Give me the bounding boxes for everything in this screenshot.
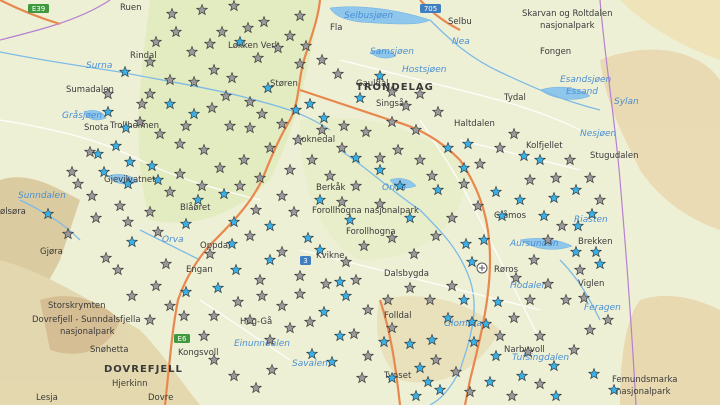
place-label-35: Kolfjellet [526, 141, 563, 151]
place-label-13: Storskrymten [48, 301, 106, 311]
water-label-4: Hostsjøen [402, 65, 447, 75]
place-label-11: Hjerkinn [112, 379, 148, 389]
svg-text:705: 705 [424, 5, 437, 13]
place-label-7: Oppdal [200, 241, 230, 251]
water-label-6: Esandsjøen [560, 75, 612, 85]
water-label-20: Savalen [292, 359, 328, 369]
place-label-33: Tydal [503, 93, 526, 103]
location-marker[interactable] [476, 262, 488, 274]
place-label-28: Fla [330, 23, 342, 33]
place-label-4: Trollheimen [109, 121, 159, 131]
place-label-24: Forollhogna [346, 227, 396, 237]
place-label-0: Ruen [120, 3, 142, 13]
place-label-40: Brekken [578, 237, 613, 247]
place-label-29: Selbu [448, 17, 472, 27]
place-label-34: Haltdalen [454, 119, 495, 129]
place-label-31: nasjonalpark [540, 21, 595, 31]
place-label-45: Femundsmarka [612, 375, 678, 385]
place-label-15: nasjonalpark [60, 327, 115, 337]
water-label-15: Feragen [584, 303, 621, 313]
place-label-8: Engan [186, 265, 213, 275]
place-label-17: Gjøra [40, 247, 63, 257]
place-label-42: Viglen [578, 279, 604, 289]
water-label-1: Gråsjøen [62, 110, 102, 121]
place-label-19: Løkken Verk [228, 41, 280, 51]
road-shield-3: E39 [28, 4, 49, 13]
place-label-20: Støren [270, 79, 298, 89]
road-shield-0: E6 [174, 334, 190, 343]
place-label-36: Stugudalen [590, 151, 638, 161]
place-label-27: Folldal [384, 311, 411, 321]
map-canvas[interactable]: RuenRindalSumadalenSnota TrollheimenGjevi… [0, 0, 720, 405]
water-label-13: Sunndalen [18, 191, 66, 201]
place-label-47: Dovre [148, 393, 173, 403]
place-label-32: Fongen [540, 47, 571, 57]
place-label-1: Rindal [130, 51, 157, 61]
place-label-23: Forollhogna nasjonalpark [312, 206, 419, 216]
road-shield-2: 705 [420, 4, 441, 13]
water-label-8: Sylan [614, 97, 639, 107]
place-label-30: Skarvan og Roltdalen [522, 9, 613, 19]
place-label-14: Dovrefjell - Sunndalsfjella [32, 315, 141, 325]
region-label-1: DOVREFJELL [104, 364, 183, 375]
water-label-12: Orva [162, 235, 184, 245]
water-label-2: Selbusjøen [344, 11, 393, 21]
svg-text:3: 3 [303, 257, 307, 265]
place-label-26: Dalsbygda [384, 269, 429, 279]
water-label-18: Hodalen [510, 281, 548, 291]
place-label-9: Hog-Gå [240, 316, 272, 327]
water-label-17: Tufsingdalen [512, 353, 569, 363]
place-label-46: nasjonalpark [616, 387, 671, 397]
water-label-0: Surna [86, 61, 112, 71]
place-label-12: Lesja [36, 393, 58, 403]
water-label-19: Einunndalen [234, 339, 290, 349]
place-label-16: Snøhetta [90, 345, 128, 355]
svg-text:E6: E6 [178, 335, 187, 343]
water-label-5: Nea [452, 37, 470, 47]
road-shield-1: 3 [300, 256, 311, 265]
place-label-22: Berkåk [316, 182, 346, 193]
water-label-9: Nesjøen [580, 129, 617, 139]
place-label-41: Røros [494, 265, 519, 275]
place-label-10: Kongsvoll [178, 348, 219, 358]
water-label-3: Samsjøen [370, 47, 414, 57]
place-label-21: Soknedal [296, 135, 335, 145]
water-label-7: Essand [566, 87, 598, 97]
svg-text:E39: E39 [32, 5, 45, 13]
place-label-3: Snota [84, 123, 109, 133]
place-label-18: ølsøra [0, 207, 26, 217]
